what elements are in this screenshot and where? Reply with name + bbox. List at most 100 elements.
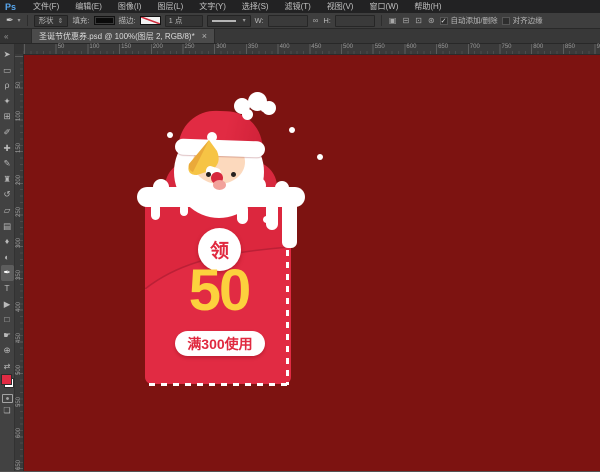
menu-edit[interactable]: 编辑(E) xyxy=(67,1,110,12)
ruler-label: 200 xyxy=(153,44,163,50)
link-dimensions-icon[interactable]: ∞ xyxy=(312,16,320,25)
swap-colors-icon[interactable]: ⇄ xyxy=(4,362,11,371)
hat-pompom xyxy=(242,109,253,120)
ruler-label: 50 xyxy=(16,78,22,92)
blur-tool[interactable]: ♦ xyxy=(1,234,14,250)
menu-bar: Ps 文件(F)编辑(E)图像(I)图层(L)文字(Y)选择(S)滤镜(T)视图… xyxy=(0,0,600,13)
align-edges-label: 对齐边缘 xyxy=(513,15,543,26)
vertical-ruler[interactable]: 50100150200250300350400450500550600650 xyxy=(15,54,24,471)
ruler-label: 100 xyxy=(16,109,22,123)
tab-bar: « 圣诞节优惠券.psd @ 100%(图层 2, RGB/8)* × xyxy=(0,29,600,44)
menu-filter[interactable]: 滤镜(T) xyxy=(277,1,319,12)
ruler-label: 500 xyxy=(343,44,353,50)
width-input[interactable] xyxy=(268,15,308,27)
horizontal-ruler[interactable]: 5010015020025030035040045050055060065070… xyxy=(15,44,600,55)
height-input[interactable] xyxy=(335,15,375,27)
path-arrangement-button[interactable]: ⊡ xyxy=(414,16,423,25)
align-edges-checkbox[interactable]: 对齐边缘 xyxy=(502,15,543,26)
stroke-label: 描边: xyxy=(119,15,136,26)
fill-label: 填充: xyxy=(72,15,89,26)
menu-view[interactable]: 视图(V) xyxy=(319,1,362,12)
path-alignment-button[interactable]: ⊟ xyxy=(401,16,410,25)
path-selection-tool[interactable]: ▶ xyxy=(1,297,14,313)
ruler-label: 300 xyxy=(16,236,22,250)
document-tab[interactable]: 圣诞节优惠券.psd @ 100%(图层 2, RGB/8)* × xyxy=(32,29,215,43)
menu-file[interactable]: 文件(F) xyxy=(25,1,67,12)
auto-add-delete-checkbox[interactable]: ✓ 自动添加/删除 xyxy=(440,15,498,26)
snow-dot xyxy=(317,154,323,160)
tools-panel: ➤▭ρ✦⊞✐✚✎♜↺▱▤♦◐✒T▶□☛⊕ ⇄ ❏ xyxy=(0,44,15,471)
clone-stamp-tool[interactable]: ♜ xyxy=(1,172,14,188)
collapse-icon: « xyxy=(4,32,8,41)
menu-layer[interactable]: 图层(L) xyxy=(149,1,191,12)
marquee-tool[interactable]: ▭ xyxy=(1,63,14,79)
menu-select[interactable]: 选择(S) xyxy=(234,1,277,12)
ruler-label: 400 xyxy=(16,300,22,314)
tool-mode-select[interactable]: 形状 ⇕ xyxy=(34,15,69,27)
stroke-type-select[interactable]: ▾ xyxy=(207,15,251,27)
checkbox-checked: ✓ xyxy=(440,17,448,25)
menu-help[interactable]: 帮助(H) xyxy=(406,1,449,12)
tools-list: ➤▭ρ✦⊞✐✚✎♜↺▱▤♦◐✒T▶□☛⊕ xyxy=(1,47,14,359)
menu-type[interactable]: 文字(Y) xyxy=(191,1,234,12)
geometry-options-icon[interactable]: ⊛ xyxy=(427,16,436,25)
ruler-label: 350 xyxy=(248,44,258,50)
healing-brush-tool[interactable]: ✚ xyxy=(1,141,14,157)
snow-dot xyxy=(289,127,295,133)
snow-dot xyxy=(167,132,173,138)
ruler-label: 150 xyxy=(121,44,131,50)
hand-tool[interactable]: ☛ xyxy=(1,328,14,344)
ruler-label: 400 xyxy=(280,44,290,50)
move-tool[interactable]: ➤ xyxy=(1,47,14,63)
dodge-tool[interactable]: ◐ xyxy=(1,250,14,266)
fill-color-swatch[interactable] xyxy=(94,16,115,25)
quick-mask-button[interactable] xyxy=(2,394,13,403)
crop-tool[interactable]: ⊞ xyxy=(1,109,14,125)
type-tool[interactable]: T xyxy=(1,281,14,297)
coupon-amount: 50 xyxy=(149,257,289,327)
stroke-color-swatch[interactable] xyxy=(140,16,161,25)
pen-tool[interactable]: ✒ xyxy=(1,265,14,281)
menu-window[interactable]: 窗口(W) xyxy=(361,1,406,12)
lasso-tool[interactable]: ρ xyxy=(1,78,14,94)
snow-bump xyxy=(275,181,289,195)
ruler-label: 150 xyxy=(16,141,22,155)
screen-mode-button[interactable]: ❏ xyxy=(3,406,10,415)
options-bar: ✒ ▾ 形状 ⇕ 填充: 描边: 1 点 ▾ W: ∞ H: ▣ ⊟ ⊡ ⊛ ✓… xyxy=(0,13,600,29)
pen-tool-preset-icon[interactable]: ✒ xyxy=(6,15,14,26)
menu-image[interactable]: 图像(I) xyxy=(110,1,150,12)
tool-mode-value: 形状 xyxy=(39,15,54,26)
ruler-label: 900 xyxy=(597,44,600,50)
santa-eye xyxy=(231,172,236,177)
stroke-width-input[interactable]: 1 点 xyxy=(165,15,203,27)
canvas-area[interactable]: 领 50 满300使用 xyxy=(23,54,600,471)
history-brush-tool[interactable]: ↺ xyxy=(1,187,14,203)
menu-items: 文件(F)编辑(E)图像(I)图层(L)文字(Y)选择(S)滤镜(T)视图(V)… xyxy=(25,1,449,12)
eyedropper-tool[interactable]: ✐ xyxy=(1,125,14,141)
tab-close-icon[interactable]: × xyxy=(202,31,207,41)
eraser-tool[interactable]: ▱ xyxy=(1,203,14,219)
santa-nose xyxy=(213,180,226,190)
ruler-label: 500 xyxy=(16,363,22,377)
divider xyxy=(27,15,28,26)
magic-wand-tool[interactable]: ✦ xyxy=(1,94,14,110)
tool-preset-caret-icon[interactable]: ▾ xyxy=(18,17,21,24)
snow-drip xyxy=(282,200,297,248)
ruler-label: 650 xyxy=(438,44,448,50)
ruler-label: 800 xyxy=(533,44,543,50)
ruler-label: 700 xyxy=(470,44,480,50)
gradient-tool[interactable]: ▤ xyxy=(1,219,14,235)
hat-pompom xyxy=(262,101,276,115)
snow-drip xyxy=(180,204,188,216)
tools-collapse-button[interactable]: « xyxy=(0,29,32,43)
ruler-label: 550 xyxy=(375,44,385,50)
app-logo: Ps xyxy=(5,2,16,12)
path-operations-button[interactable]: ▣ xyxy=(388,16,398,25)
zoom-tool[interactable]: ⊕ xyxy=(1,343,14,359)
divider xyxy=(381,15,382,26)
envelope-dot xyxy=(263,216,270,223)
rectangle-tool[interactable]: □ xyxy=(1,312,14,328)
foreground-color-swatch[interactable] xyxy=(1,374,12,385)
brush-tool[interactable]: ✎ xyxy=(1,156,14,172)
document-tab-title: 圣诞节优惠券.psd @ 100%(图层 2, RGB/8)* xyxy=(39,31,195,42)
